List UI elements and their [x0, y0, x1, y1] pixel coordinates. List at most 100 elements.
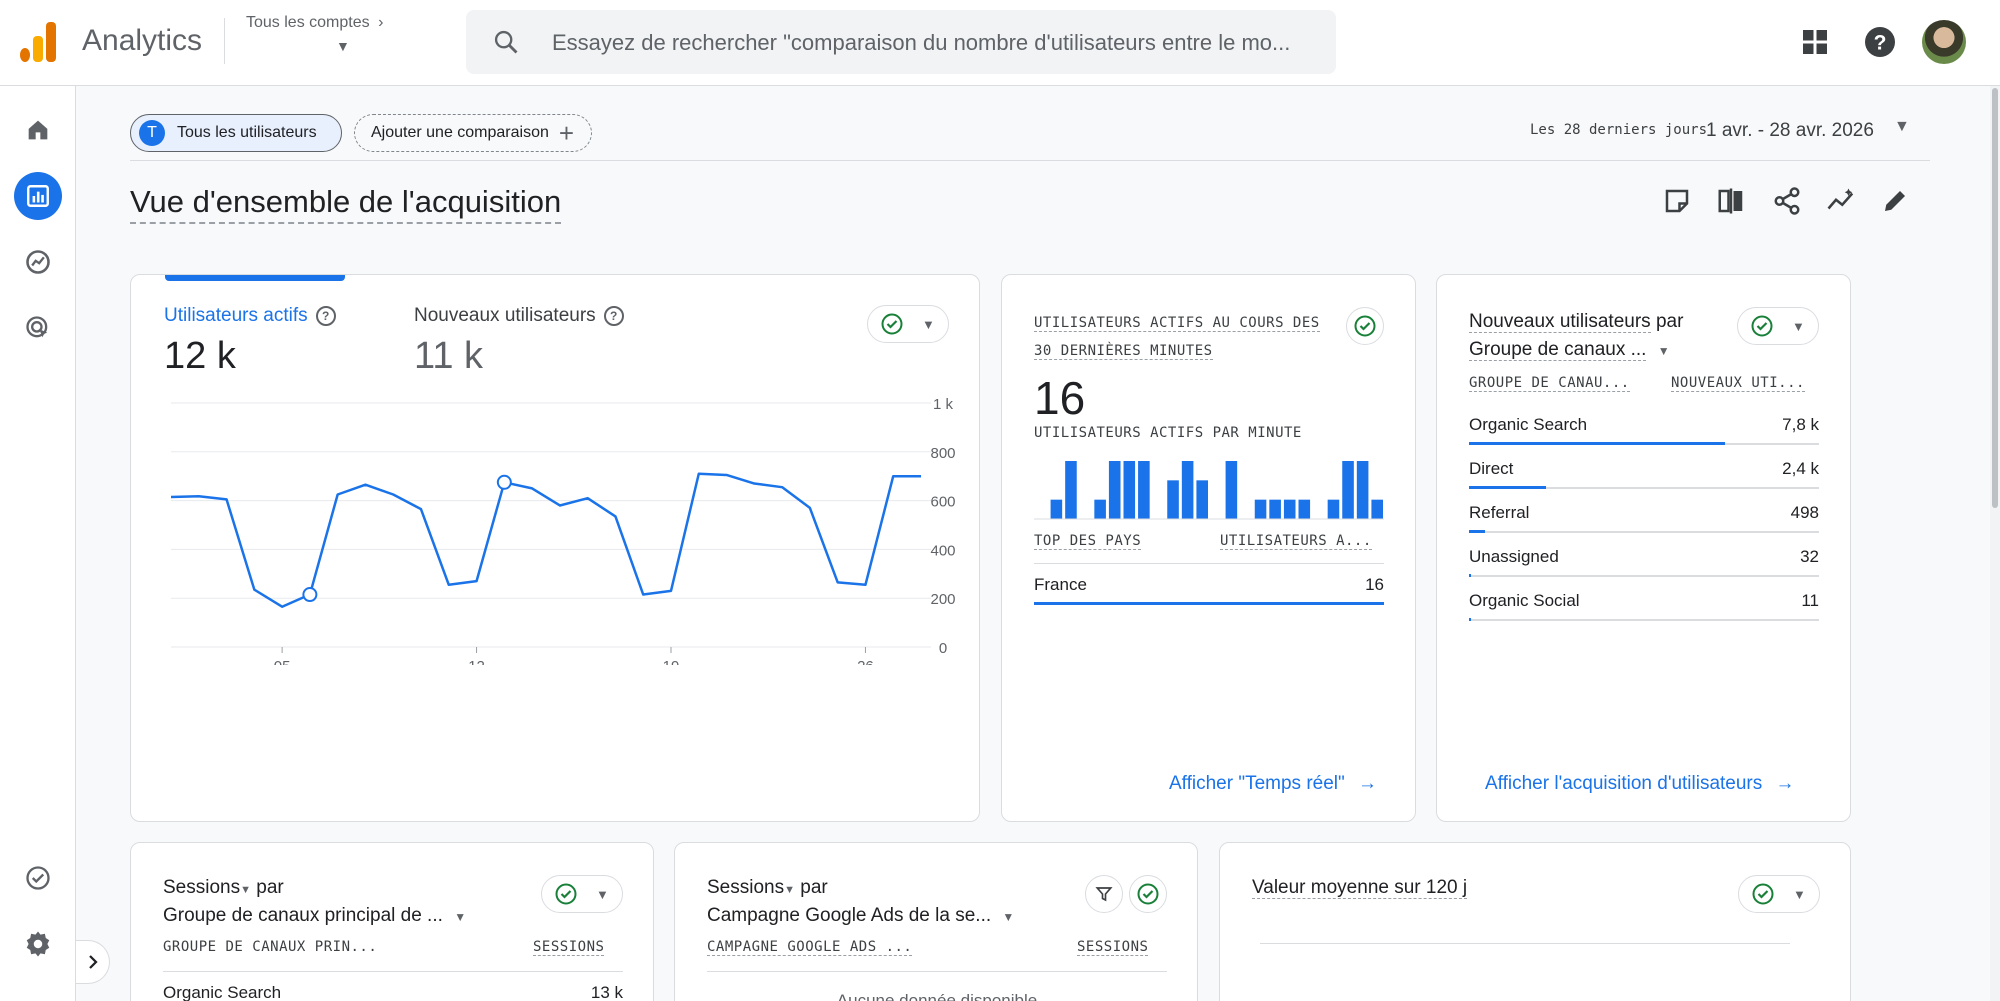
per-minute-bar-chart [1034, 461, 1384, 520]
column-header-country: TOP DES PAYS [1034, 533, 1142, 550]
app-title[interactable]: Analytics [82, 24, 202, 58]
card-title[interactable]: Valeur moyenne sur 120 j [1252, 877, 1468, 899]
segment-initial: T [139, 120, 165, 146]
card-status-button[interactable] [1129, 875, 1167, 913]
apps-grid-icon[interactable] [1797, 24, 1833, 60]
minute-bar [1225, 461, 1238, 519]
nav-advertising[interactable] [14, 304, 62, 352]
x-tick-label: 26 [857, 658, 874, 665]
caret-down-icon[interactable]: ▼ [1894, 118, 1910, 136]
overview-card: Utilisateurs actifs? 12 k Nouveaux utili… [130, 274, 980, 822]
divider [224, 18, 225, 64]
metric-value: 11 k [414, 335, 484, 377]
note-icon[interactable] [1662, 186, 1692, 216]
check-circle-icon [26, 866, 50, 890]
card-options-button[interactable]: ▼ [541, 875, 623, 913]
y-tick-label: 200 [930, 591, 955, 608]
minute-bar [1108, 461, 1121, 519]
date-range[interactable]: 1 avr. - 28 avr. 2026 [1706, 120, 1874, 142]
minute-bar [1050, 499, 1063, 519]
channel-label: Organic Social [1469, 591, 1580, 610]
metric-selector[interactable]: Sessions [163, 877, 240, 898]
caret-down-icon: ▼ [454, 910, 467, 924]
metric-label: Nouveaux utilisateurs [414, 305, 596, 326]
sessions-by-channel-card: Sessions▼ par Groupe de canaux principal… [130, 842, 654, 1001]
country-value: 16 [1365, 575, 1384, 594]
card-metric[interactable]: Nouveaux utilisateurs [1469, 311, 1651, 333]
filter-button[interactable] [1085, 875, 1123, 913]
card-status-button[interactable] [1346, 307, 1384, 345]
column-header-campaign: CAMPAGNE GOOGLE ADS ... [707, 939, 913, 956]
caret-down-icon[interactable]: ▼ [784, 884, 795, 896]
search-bar[interactable]: Essayez de rechercher "comparaison du no… [466, 10, 1336, 74]
bar-chart-icon [27, 185, 49, 207]
minute-bar [1181, 461, 1194, 519]
segment-chip[interactable]: T Tous les utilisateurs [130, 114, 342, 152]
caret-down-icon: ▼ [596, 886, 609, 902]
channel-label: Direct [1469, 459, 1514, 478]
view-realtime-link[interactable]: Afficher "Temps réel" → [1169, 773, 1377, 795]
search-input[interactable]: Essayez de rechercher "comparaison du no… [552, 30, 1290, 56]
edit-icon[interactable] [1880, 186, 1910, 216]
advertising-icon [26, 316, 48, 338]
card-options-button[interactable]: ▼ [1738, 875, 1820, 913]
nav-admin[interactable] [14, 920, 62, 968]
card-options-button[interactable]: ▼ [867, 305, 949, 343]
minute-bar [1254, 499, 1267, 519]
nav-home[interactable] [14, 106, 62, 154]
account-selector-label: Tous les comptes [246, 14, 370, 31]
minute-bar [1283, 499, 1296, 519]
insights-icon[interactable] [1826, 186, 1856, 216]
nav-configure[interactable] [14, 854, 62, 902]
realtime-value: 16 [1034, 372, 1086, 424]
nav-reports[interactable] [14, 172, 62, 220]
column-header-sessions: SESSIONS [1077, 939, 1149, 956]
page-scrollbar[interactable] [1990, 86, 2000, 1001]
divider [1034, 563, 1384, 564]
expand-nav-button[interactable] [76, 940, 110, 984]
per-minute-label: UTILISATEURS ACTIFS PAR MINUTE [1034, 425, 1302, 441]
nav-explore[interactable] [14, 238, 62, 286]
gear-icon [26, 931, 50, 957]
add-comparison-button[interactable]: Ajouter une comparaison + [354, 114, 592, 152]
chevron-right-icon [88, 955, 98, 969]
y-tick-label: 1 k [933, 396, 954, 413]
account-selector[interactable]: Tous les comptes › ▼ [246, 14, 383, 54]
avatar[interactable] [1922, 20, 1966, 64]
check-circle-icon [555, 883, 577, 905]
dimension-selector[interactable]: Campagne Google Ads de la se... ▼ [707, 905, 1014, 927]
compare-icon[interactable] [1716, 186, 1746, 216]
help-icon[interactable]: ? [315, 306, 336, 326]
arrow-right-icon: → [1358, 773, 1378, 794]
link-label: Afficher "Temps réel" [1169, 773, 1345, 794]
series-line [170, 472, 921, 608]
metric-tab-new-users[interactable]: Nouveaux utilisateurs? [414, 305, 624, 327]
new-users-by-channel-card: Nouveaux utilisateurs par Groupe de cana… [1436, 274, 1851, 822]
share-bar-track [1469, 575, 1819, 577]
help-icon[interactable]: ? [1862, 24, 1898, 60]
metric-selector[interactable]: Sessions [707, 877, 784, 898]
scrollbar-thumb[interactable] [1992, 88, 1998, 508]
data-point-marker [496, 474, 512, 490]
share-bar [1034, 602, 1384, 605]
analytics-logo[interactable] [20, 22, 58, 62]
divider [130, 160, 1930, 161]
dimension-selector[interactable]: Groupe de canaux ... ▼ [1469, 339, 1670, 361]
date-preset-label[interactable]: Les 28 derniers jours [1530, 122, 1707, 138]
realtime-card: UTILISATEURS ACTIFS AU COURS DES 30 DERN… [1001, 274, 1416, 822]
share-bar [1469, 618, 1471, 621]
view-acquisition-link[interactable]: Afficher l'acquisition d'utilisateurs → [1485, 773, 1795, 795]
y-tick-label: 400 [930, 542, 955, 559]
help-icon[interactable]: ? [603, 306, 624, 326]
channel-value: 11 [1801, 591, 1819, 610]
dimension-selector[interactable]: Groupe de canaux principal de ... ▼ [163, 905, 466, 927]
metric-tab-active-users[interactable]: Utilisateurs actifs? [164, 305, 336, 327]
caret-down-icon: ▼ [336, 38, 350, 54]
share-icon[interactable] [1772, 186, 1802, 216]
arrow-right-icon: → [1775, 773, 1795, 794]
page-title: Vue d'ensemble de l'acquisition [130, 184, 562, 224]
card-options-button[interactable]: ▼ [1737, 307, 1819, 345]
caret-down-icon[interactable]: ▼ [240, 884, 251, 896]
share-bar-track [1469, 619, 1819, 621]
lifetime-value-card: Valeur moyenne sur 120 j ▼ [1219, 842, 1851, 1001]
